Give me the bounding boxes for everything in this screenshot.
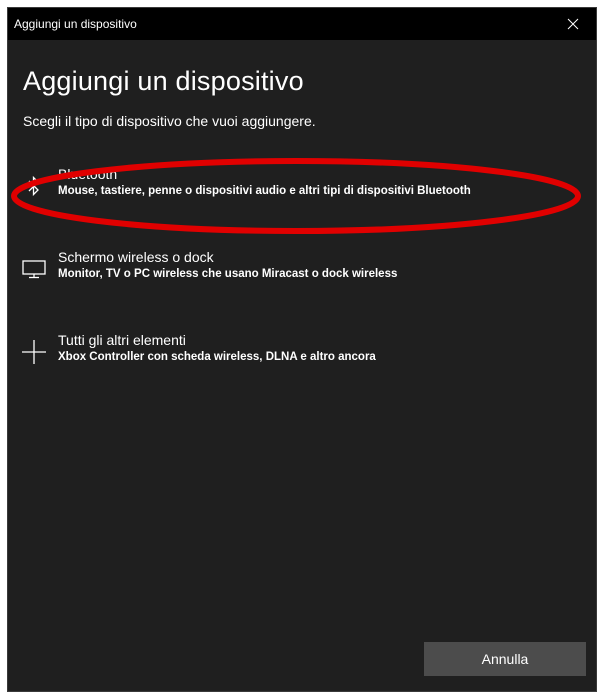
option-wireless-display[interactable]: Schermo wireless o dock Monitor, TV o PC…	[16, 249, 576, 301]
close-button[interactable]	[550, 8, 596, 40]
page-title: Aggiungi un dispositivo	[23, 66, 304, 96]
close-icon	[567, 18, 579, 30]
option-everything-else[interactable]: Tutti gli altri elementi Xbox Controller…	[16, 332, 576, 384]
window-title: Aggiungi un dispositivo	[14, 17, 137, 31]
monitor-icon	[18, 253, 50, 285]
option-bluetooth-description: Mouse, tastiere, penne o dispositivi aud…	[58, 185, 471, 197]
option-bluetooth[interactable]: Bluetooth Mouse, tastiere, penne o dispo…	[16, 166, 576, 218]
bluetooth-icon	[18, 170, 50, 202]
option-bluetooth-label: Bluetooth	[58, 166, 118, 182]
option-wireless-display-label: Schermo wireless o dock	[58, 249, 214, 265]
option-wireless-display-description: Monitor, TV o PC wireless che usano Mira…	[58, 268, 398, 280]
page-subtitle: Scegli il tipo di dispositivo che vuoi a…	[23, 113, 316, 129]
option-everything-else-label: Tutti gli altri elementi	[58, 332, 186, 348]
option-everything-else-description: Xbox Controller con scheda wireless, DLN…	[58, 351, 376, 363]
cancel-button[interactable]: Annulla	[424, 642, 586, 676]
plus-icon	[18, 336, 50, 368]
add-device-dialog: Aggiungi un dispositivo Aggiungi un disp…	[7, 7, 597, 692]
title-bar: Aggiungi un dispositivo	[8, 8, 596, 40]
